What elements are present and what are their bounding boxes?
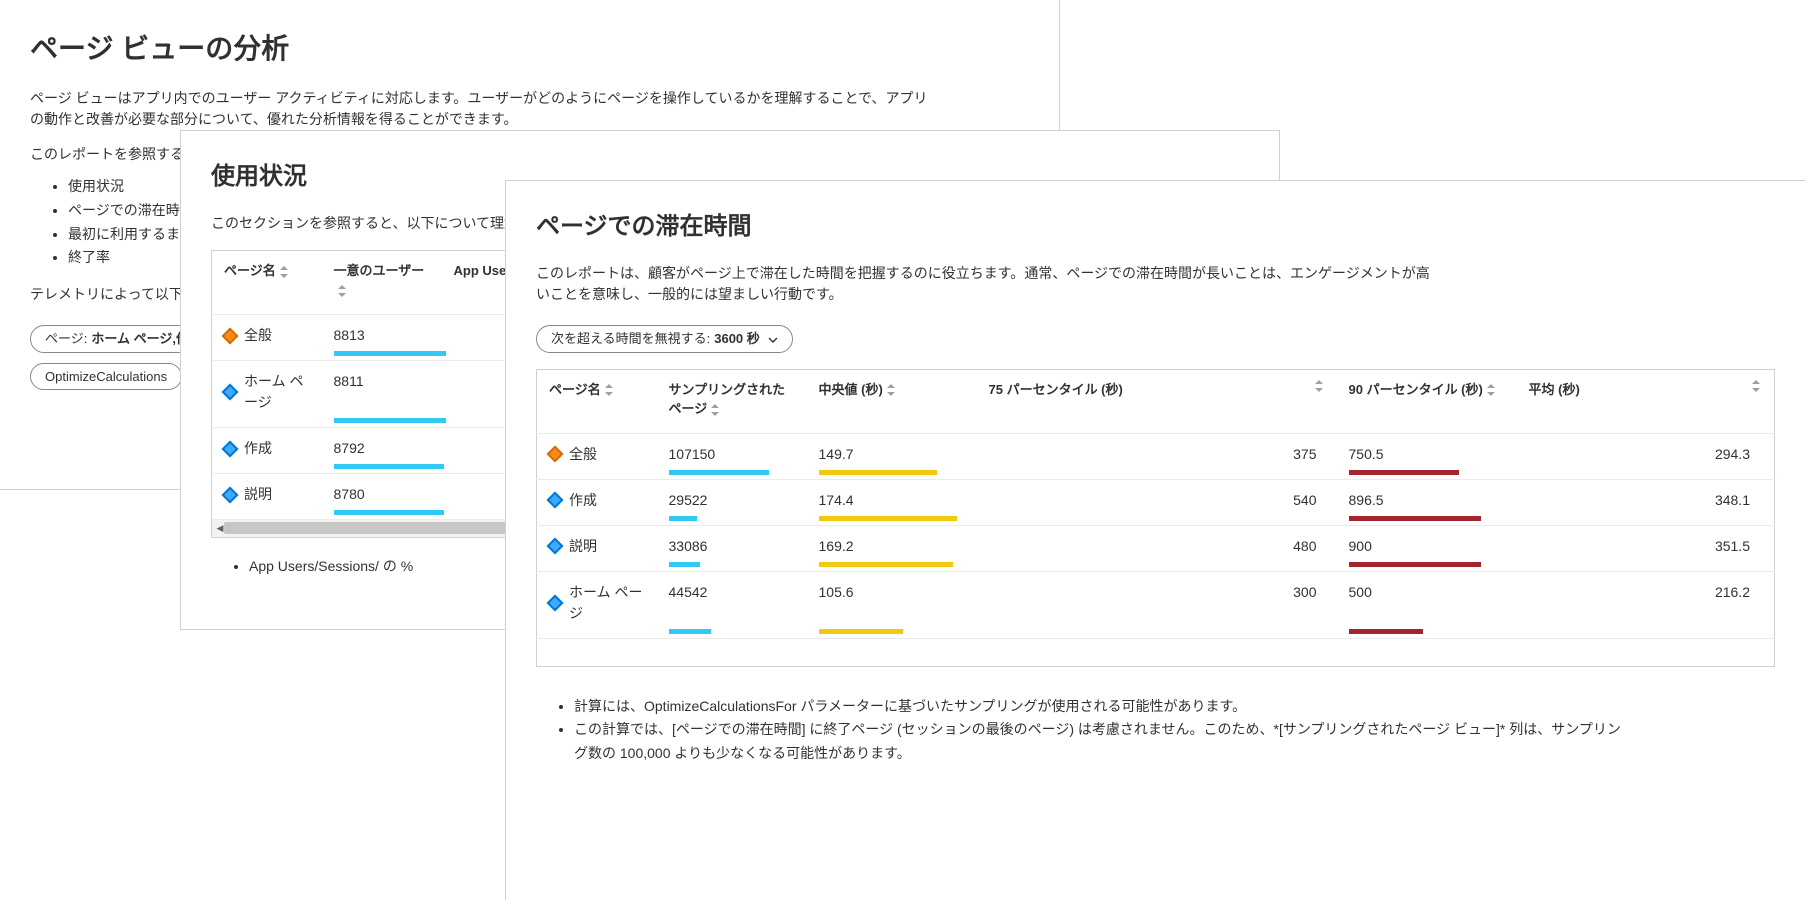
sampled-value: 44542 <box>669 584 708 600</box>
bar-indicator <box>669 516 697 521</box>
table-row[interactable]: ホーム ページ 44542 105.6 300 500 216.2 <box>537 571 1775 638</box>
p75-value: 480 <box>1293 538 1316 554</box>
p90-value: 896.5 <box>1349 492 1384 508</box>
table-row[interactable]: 作成 29522 174.4 540 896.5 348.1 <box>537 479 1775 525</box>
bar-indicator <box>669 562 700 567</box>
time-description: このレポートは、顧客がページ上で滞在した時間を把握するのに役立ちます。通常、ペー… <box>536 263 1436 305</box>
p75-value: 540 <box>1293 492 1316 508</box>
series-marker-icon <box>222 440 239 457</box>
p75-value: 375 <box>1293 446 1316 462</box>
bar-indicator <box>334 351 446 356</box>
page-name-cell: 作成 <box>244 438 272 459</box>
median-value: 149.7 <box>819 446 854 462</box>
series-marker-icon <box>222 384 239 401</box>
col-page-name[interactable]: ページ名 <box>212 251 322 315</box>
bar-indicator <box>1349 629 1423 634</box>
p90-value: 750.5 <box>1349 446 1384 462</box>
unique-users-value: 8813 <box>334 327 365 343</box>
table-row[interactable]: 説明 33086 169.2 480 900 351.5 <box>537 525 1775 571</box>
series-marker-icon <box>547 492 564 509</box>
page-name-cell: 全般 <box>244 325 272 346</box>
series-marker-icon <box>222 327 239 344</box>
avg-value: 351.5 <box>1715 538 1750 554</box>
avg-value: 294.3 <box>1715 446 1750 462</box>
p90-value: 500 <box>1349 584 1372 600</box>
time-on-page-table: ページ名 サンプリングされたページ 中央値 (秒) 75 パーセンタイル (秒)… <box>536 369 1775 667</box>
page-name-cell: ホーム ページ <box>244 371 310 413</box>
page-title: ページ ビューの分析 <box>30 28 1029 70</box>
col-p90[interactable]: 90 パーセンタイル (秒) <box>1337 369 1517 433</box>
bar-indicator <box>334 464 444 469</box>
median-value: 174.4 <box>819 492 854 508</box>
bar-indicator <box>1349 562 1481 567</box>
page-name-cell: ホーム ページ <box>569 582 645 624</box>
col-unique-users[interactable]: 一意のユーザー <box>322 251 442 315</box>
sampled-value: 107150 <box>669 446 716 462</box>
calc-note: この計算では、[ページでの滞在時間] に終了ページ (セッションの最後のページ)… <box>574 718 1624 766</box>
sampled-value: 29522 <box>669 492 708 508</box>
sort-icon <box>1752 380 1762 392</box>
sort-icon <box>1487 384 1497 396</box>
page-name-cell: 全般 <box>569 444 597 465</box>
section-title-time: ページでの滞在時間 <box>536 209 1775 245</box>
series-marker-icon <box>547 446 564 463</box>
sampled-value: 33086 <box>669 538 708 554</box>
sort-icon <box>711 404 721 416</box>
unique-users-value: 8792 <box>334 440 365 456</box>
col-p75[interactable]: 75 パーセンタイル (秒) <box>977 369 1337 433</box>
median-value: 169.2 <box>819 538 854 554</box>
bar-indicator <box>819 562 953 567</box>
series-marker-icon <box>222 486 239 503</box>
sort-icon <box>280 266 290 278</box>
filter-pill-ignore-threshold[interactable]: 次を超える時間を無視する: 3600 秒 <box>536 325 793 353</box>
unique-users-value: 8811 <box>334 373 364 389</box>
page-description: ページ ビューはアプリ内でのユーザー アクティビティに対応します。ユーザーがどの… <box>30 88 930 130</box>
bar-indicator <box>819 470 937 475</box>
bar-indicator <box>334 418 446 423</box>
bar-indicator <box>334 510 444 515</box>
sort-icon <box>887 384 897 396</box>
col-median[interactable]: 中央値 (秒) <box>807 369 977 433</box>
panel-time-on-page: ページでの滞在時間 このレポートは、顧客がページ上で滞在した時間を把握するのに役… <box>505 180 1805 900</box>
table-row[interactable]: 全般 107150 149.7 375 750.5 294.3 <box>537 433 1775 479</box>
sort-icon <box>605 384 615 396</box>
col-avg[interactable]: 平均 (秒) <box>1517 369 1775 433</box>
page-name-cell: 説明 <box>569 536 597 557</box>
avg-value: 216.2 <box>1715 584 1750 600</box>
filter-pill-optimize[interactable]: OptimizeCalculations <box>30 363 182 391</box>
col-sampled[interactable]: サンプリングされたページ <box>657 369 807 433</box>
bar-indicator <box>669 470 769 475</box>
bar-indicator <box>1349 470 1459 475</box>
sort-icon <box>338 285 348 297</box>
avg-value: 348.1 <box>1715 492 1750 508</box>
chevron-down-icon <box>768 329 778 349</box>
series-marker-icon <box>547 538 564 555</box>
page-name-cell: 説明 <box>244 484 272 505</box>
col-page-name[interactable]: ページ名 <box>537 369 657 433</box>
series-marker-icon <box>547 594 564 611</box>
bar-indicator <box>819 629 903 634</box>
bar-indicator <box>1349 516 1481 521</box>
page-name-cell: 作成 <box>569 490 597 511</box>
calc-note: 計算には、OptimizeCalculationsFor パラメーターに基づいた… <box>574 695 1624 719</box>
p90-value: 900 <box>1349 538 1372 554</box>
bar-indicator <box>819 516 957 521</box>
unique-users-value: 8780 <box>334 486 365 502</box>
p75-value: 300 <box>1293 584 1316 600</box>
bar-indicator <box>669 629 711 634</box>
median-value: 105.6 <box>819 584 854 600</box>
sort-icon <box>1315 380 1325 392</box>
